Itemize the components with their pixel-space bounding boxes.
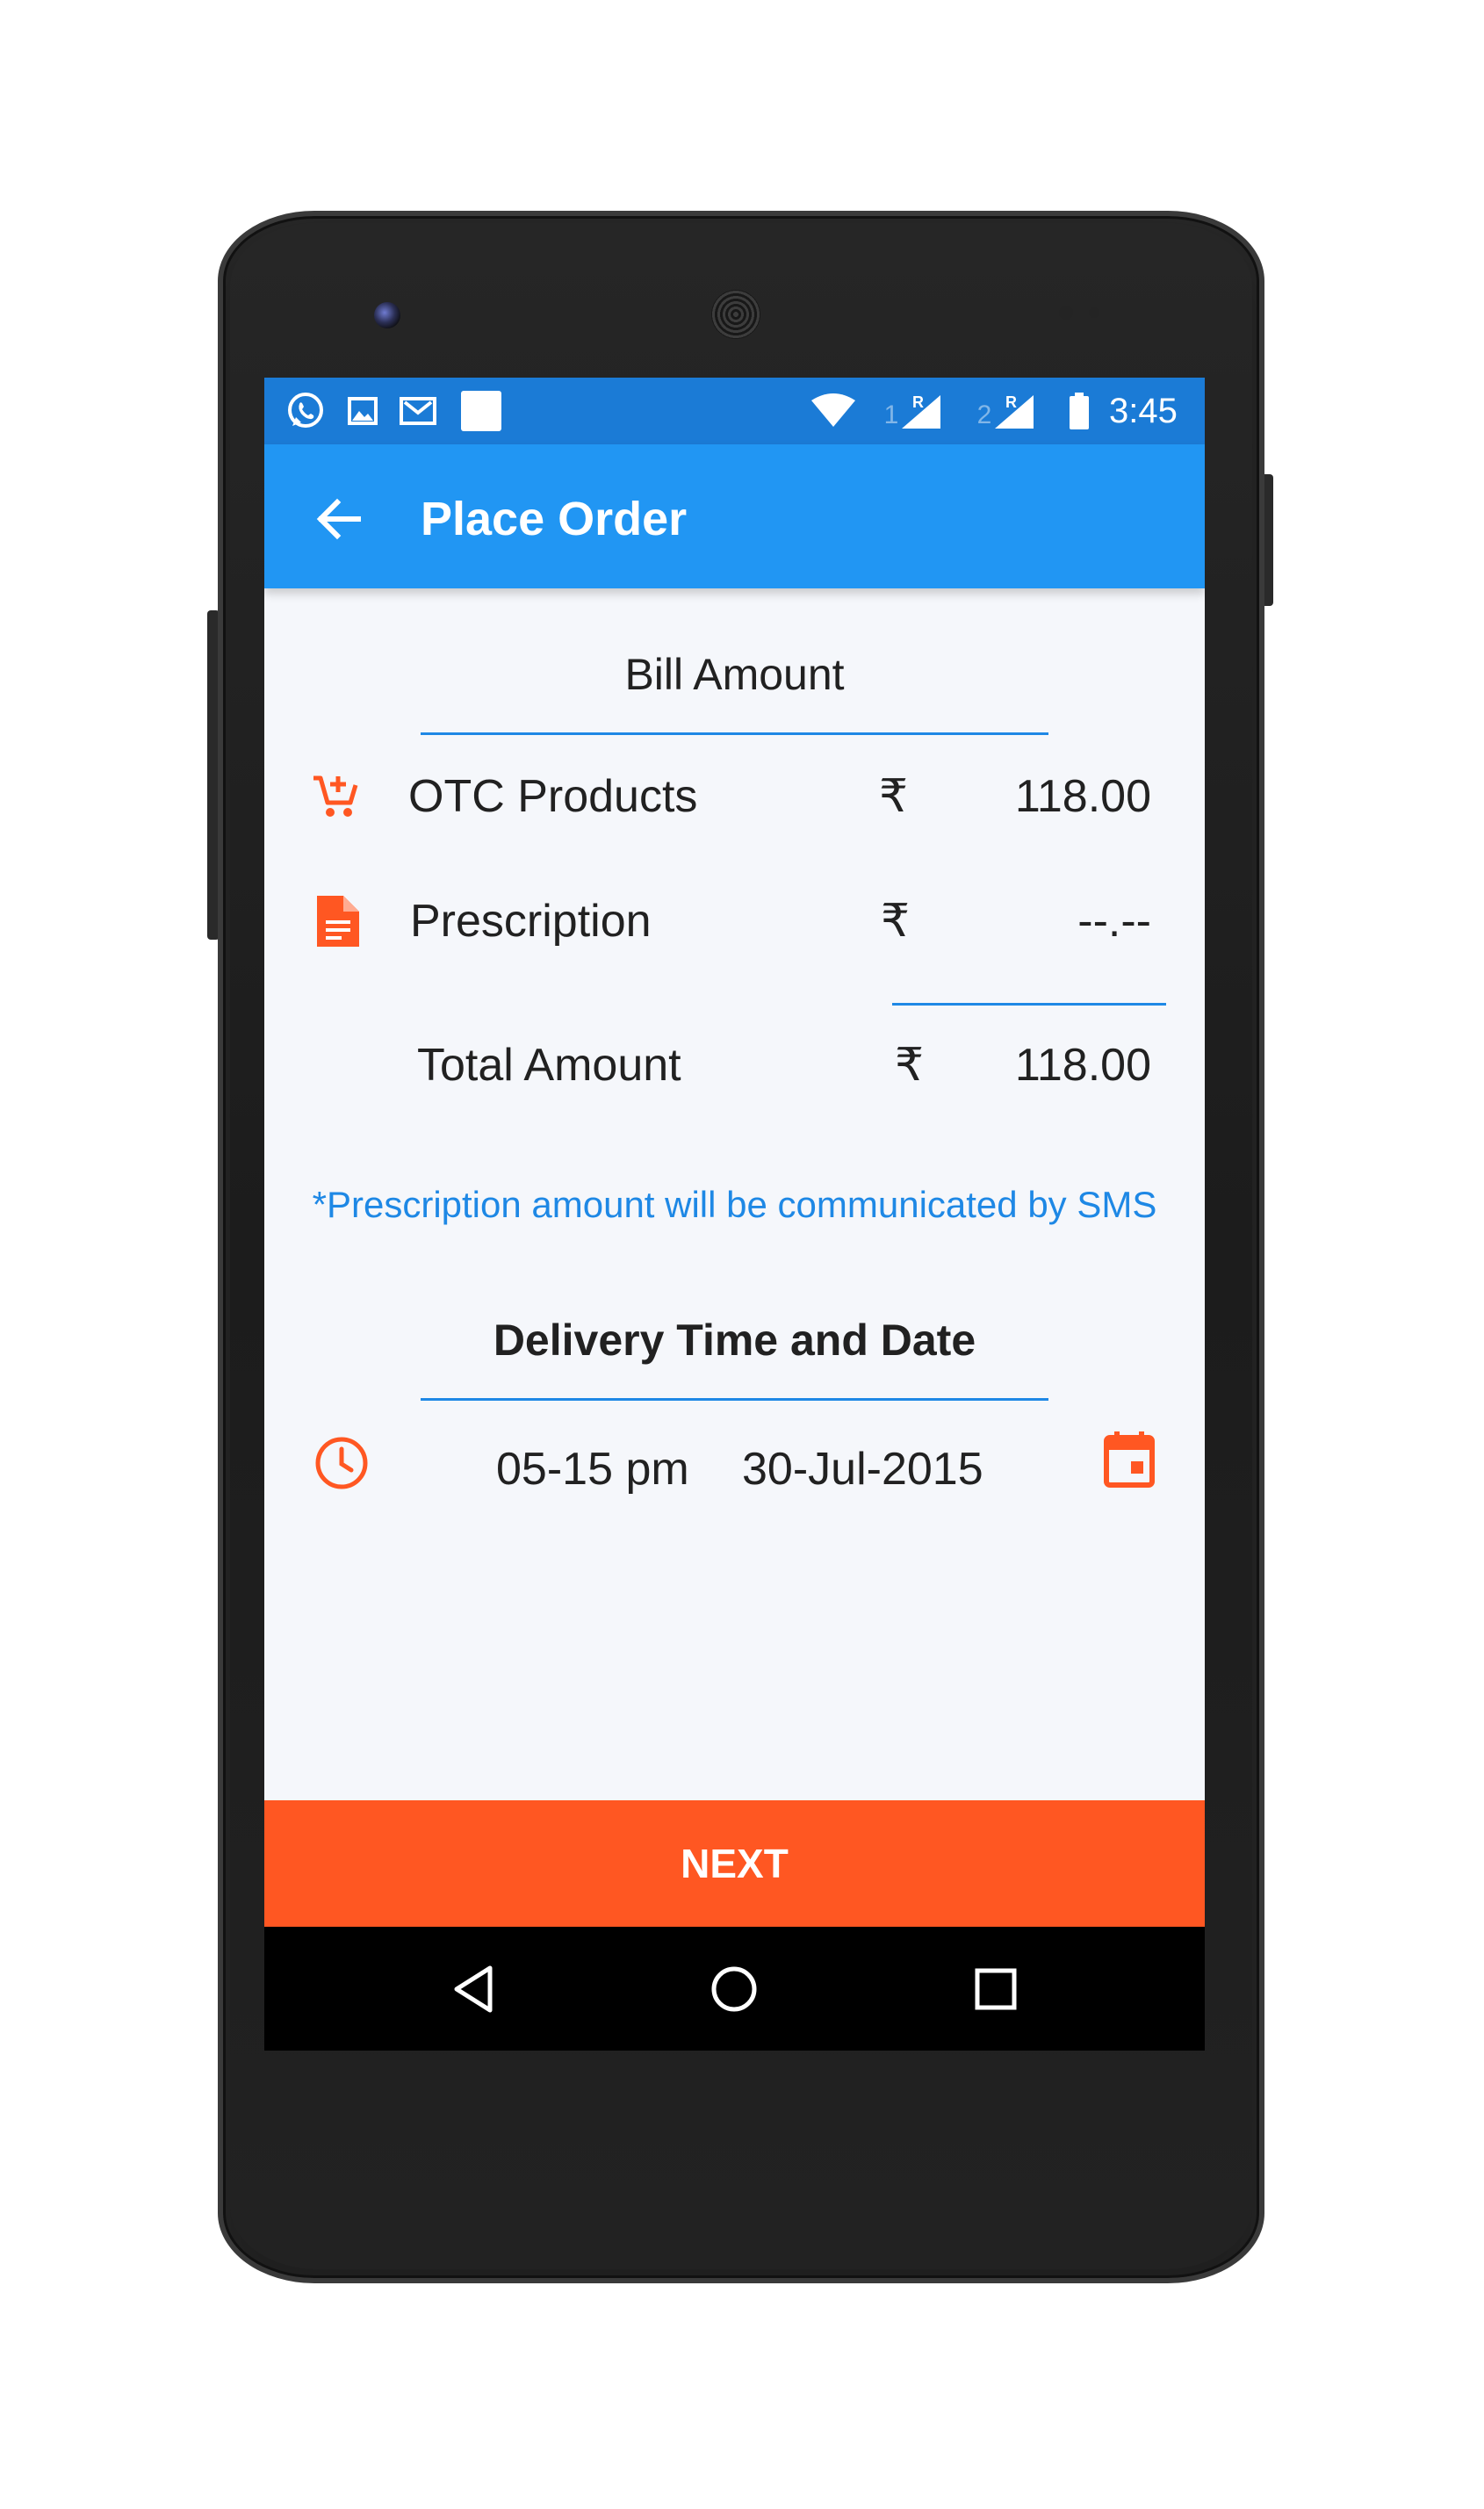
otc-products-amount: 118.00 bbox=[1014, 771, 1151, 822]
nav-back-icon[interactable] bbox=[440, 1957, 505, 2022]
prescription-sms-note: *Prescription amount will be communicate… bbox=[312, 1184, 1157, 1225]
front-camera bbox=[374, 302, 400, 328]
delivery-date[interactable]: 30-Jul-2015 bbox=[742, 1440, 983, 1498]
bill-amount-heading: Bill Amount bbox=[624, 650, 845, 699]
prescription-label: Prescription bbox=[410, 896, 652, 947]
otc-currency-symbol: ₹ bbox=[879, 771, 909, 822]
document-icon bbox=[313, 892, 363, 950]
wifi-icon bbox=[809, 392, 858, 430]
nav-home-icon[interactable] bbox=[702, 1957, 767, 2022]
total-currency-symbol: ₹ bbox=[895, 1040, 925, 1091]
clock-icon[interactable] bbox=[313, 1435, 370, 1491]
cart-add-icon bbox=[312, 771, 361, 820]
prescription-amount: --.-- bbox=[1077, 896, 1151, 947]
delivery-time[interactable]: 05-15 pm bbox=[496, 1440, 689, 1498]
total-amount-label: Total Amount bbox=[417, 1040, 681, 1091]
bill-divider bbox=[421, 732, 1048, 735]
notification-icon bbox=[459, 391, 503, 431]
nav-recents-icon[interactable] bbox=[963, 1957, 1028, 2022]
prescription-currency-symbol: ₹ bbox=[881, 896, 911, 947]
status-bar: 1 R 2 R 3:45 bbox=[264, 378, 1205, 444]
delivery-divider bbox=[421, 1398, 1048, 1401]
gmail-icon bbox=[396, 392, 440, 430]
roaming-indicator: R bbox=[912, 393, 924, 411]
navigation-bar bbox=[264, 1927, 1205, 2051]
total-divider bbox=[892, 1003, 1166, 1006]
next-button[interactable]: NEXT bbox=[264, 1800, 1205, 1927]
delivery-heading: Delivery Time and Date bbox=[493, 1316, 976, 1365]
arrow-back-icon bbox=[316, 498, 361, 540]
signal-sim1-icon: 1 R bbox=[879, 392, 949, 430]
app-screen: 1 R 2 R 3:45 Place Order Bill Amount OTC… bbox=[264, 378, 1205, 2051]
battery-icon bbox=[1063, 392, 1095, 430]
otc-products-label: OTC Products bbox=[408, 771, 698, 822]
svg-text:R: R bbox=[1005, 393, 1017, 411]
image-icon bbox=[345, 392, 380, 430]
whatsapp-icon bbox=[284, 392, 328, 430]
earpiece-speaker bbox=[711, 290, 760, 339]
back-button[interactable] bbox=[299, 479, 378, 559]
calendar-icon[interactable] bbox=[1102, 1430, 1156, 1488]
status-time: 3:45 bbox=[1109, 392, 1178, 430]
total-amount-value: 118.00 bbox=[1014, 1040, 1151, 1091]
proximity-sensor bbox=[1059, 306, 1073, 320]
page-title: Place Order bbox=[421, 493, 688, 545]
signal-sim2-icon: 2 R bbox=[972, 392, 1042, 430]
app-bar: Place Order bbox=[264, 444, 1205, 588]
light-sensor bbox=[1089, 307, 1099, 318]
